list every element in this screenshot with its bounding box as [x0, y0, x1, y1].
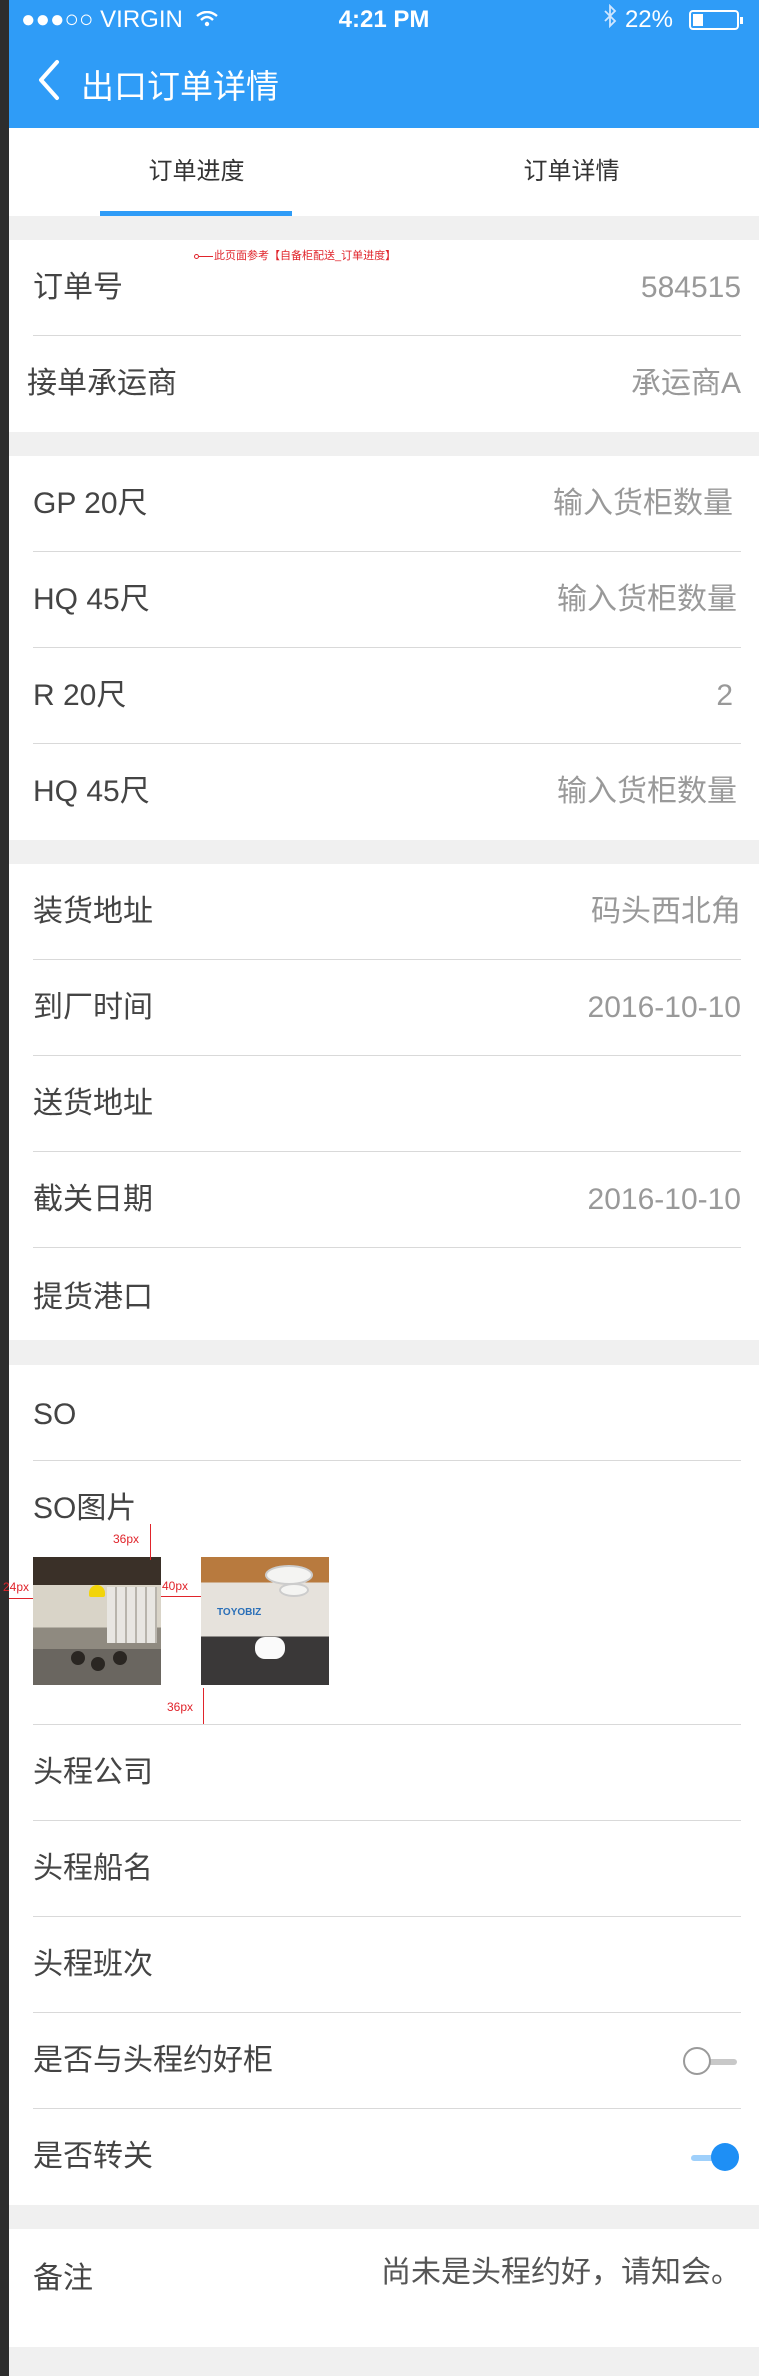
- order-number-value: 584515: [640, 271, 741, 304]
- page-title: 出口订单详情: [81, 68, 279, 105]
- arrival-time-label: 到厂时间: [33, 991, 153, 1024]
- bluetooth-icon: [603, 3, 617, 35]
- left-edge-bar: [0, 0, 9, 2376]
- status-bar: ●●●○○ VIRGIN 4:21 PM 22%: [9, 0, 759, 40]
- transfer-row: 是否转关: [33, 2109, 741, 2205]
- tab-bar: 订单进度 订单详情: [9, 128, 759, 216]
- chevron-left-icon: [39, 60, 59, 100]
- tab-order-details[interactable]: 订单详情: [384, 128, 759, 216]
- first-company-label: 头程公司: [33, 1756, 153, 1789]
- remark-text: 尚未是头程约好，请知会。: [381, 2256, 741, 2289]
- tab-order-progress[interactable]: 订单进度: [9, 128, 384, 216]
- so-images-row: SO图片 TOYOBIZ: [33, 1461, 741, 1725]
- so-image-thumbnail[interactable]: [33, 1557, 161, 1685]
- measure-label: 36px: [167, 1700, 194, 1714]
- container-type-label: HQ 45尺: [33, 775, 150, 808]
- app-screen: ●●●○○ VIRGIN 4:21 PM 22% 出口订单详情 订单进度 订单详…: [3, 0, 759, 2376]
- measure-label: 40px: [162, 1579, 189, 1593]
- so-image-thumbnail[interactable]: TOYOBIZ: [201, 1557, 329, 1685]
- container-row-hq45-2: HQ 45尺 输入货柜数量: [33, 744, 741, 840]
- container-qty-input[interactable]: 2: [716, 648, 733, 744]
- first-vessel-label: 头程船名: [33, 1852, 153, 1885]
- measure-label: 36px: [113, 1532, 140, 1546]
- arrival-time-row: 到厂时间 2016-10-10: [33, 960, 741, 1056]
- remark-section: 备注 尚未是头程约好，请知会。: [9, 2229, 759, 2347]
- header: ●●●○○ VIRGIN 4:21 PM 22% 出口订单详情: [9, 0, 759, 128]
- carrier-value: 承运商A: [630, 367, 741, 400]
- pickup-port-label: 提货港口: [33, 1281, 153, 1314]
- container-type-label: GP 20尺: [33, 487, 148, 520]
- delivery-address-row: 送货地址: [33, 1056, 741, 1152]
- cutoff-date-label: 截关日期: [33, 1183, 153, 1216]
- container-row-hq45: HQ 45尺 输入货柜数量: [33, 552, 741, 648]
- carrier-label: 接单承运商: [27, 367, 177, 400]
- battery-percent: 22%: [624, 6, 673, 33]
- transfer-label: 是否转关: [33, 2140, 153, 2173]
- container-count-section: GP 20尺 输入货柜数量 HQ 45尺 输入货柜数量 R 20尺 2 HQ 4…: [9, 456, 759, 840]
- shipping-info-section: 装货地址 码头西北角 到厂时间 2016-10-10 送货地址 截关日期 201…: [9, 864, 759, 1340]
- loading-address-row: 装货地址 码头西北角: [33, 864, 741, 960]
- loading-address-value: 码头西北角: [591, 895, 741, 928]
- first-vessel-row: 头程船名: [33, 1821, 741, 1917]
- battery-icon: [689, 10, 743, 30]
- measure-line: [161, 1596, 201, 1597]
- arrival-time-value: 2016-10-10: [587, 991, 741, 1024]
- container-agreed-toggle[interactable]: [683, 2047, 739, 2077]
- delivery-address-label: 送货地址: [33, 1087, 153, 1120]
- so-label: SO: [33, 1398, 77, 1431]
- pickup-port-row: 提货港口: [33, 1248, 741, 1340]
- container-agreed-label: 是否与头程约好柜: [33, 2044, 273, 2077]
- first-leg-section: SO SO图片 TOYOBIZ 头程公司 头程船名 头程班次 是否与头程约好柜 …: [9, 1365, 759, 2205]
- order-info-section: 订单号 584515 接单承运商 承运商A: [9, 240, 759, 432]
- container-qty-input[interactable]: 输入货柜数量: [557, 552, 737, 648]
- order-number-label: 订单号: [33, 271, 123, 304]
- measure-line: [203, 1688, 204, 1724]
- container-type-label: R 20尺: [33, 679, 127, 712]
- first-voyage-row: 头程班次: [33, 1917, 741, 2013]
- container-qty-input[interactable]: 输入货柜数量: [553, 456, 733, 552]
- container-agreed-row: 是否与头程约好柜: [33, 2013, 741, 2109]
- measure-label: 24px: [3, 1580, 30, 1594]
- annotation-note: 此页面参考【自备柜配送_订单进度】: [214, 250, 397, 262]
- cutoff-date-row: 截关日期 2016-10-10: [33, 1152, 741, 1248]
- transfer-toggle[interactable]: [683, 2143, 739, 2173]
- cutoff-date-value: 2016-10-10: [587, 1183, 741, 1216]
- container-qty-input[interactable]: 输入货柜数量: [557, 744, 737, 840]
- back-button[interactable]: [33, 56, 73, 104]
- so-row: SO: [33, 1365, 741, 1461]
- container-row-r20: R 20尺 2: [33, 648, 741, 744]
- first-company-row: 头程公司: [33, 1725, 741, 1821]
- container-type-label: HQ 45尺: [33, 583, 150, 616]
- first-voyage-label: 头程班次: [33, 1948, 153, 1981]
- carrier-row: 接单承运商 承运商A: [27, 336, 741, 432]
- measure-line: [9, 1598, 33, 1599]
- loading-address-label: 装货地址: [33, 895, 153, 928]
- annotation-leader: [199, 256, 213, 257]
- remark-label: 备注: [33, 2262, 93, 2295]
- measure-line: [150, 1524, 151, 1560]
- container-row-gp20: GP 20尺 输入货柜数量: [33, 456, 741, 552]
